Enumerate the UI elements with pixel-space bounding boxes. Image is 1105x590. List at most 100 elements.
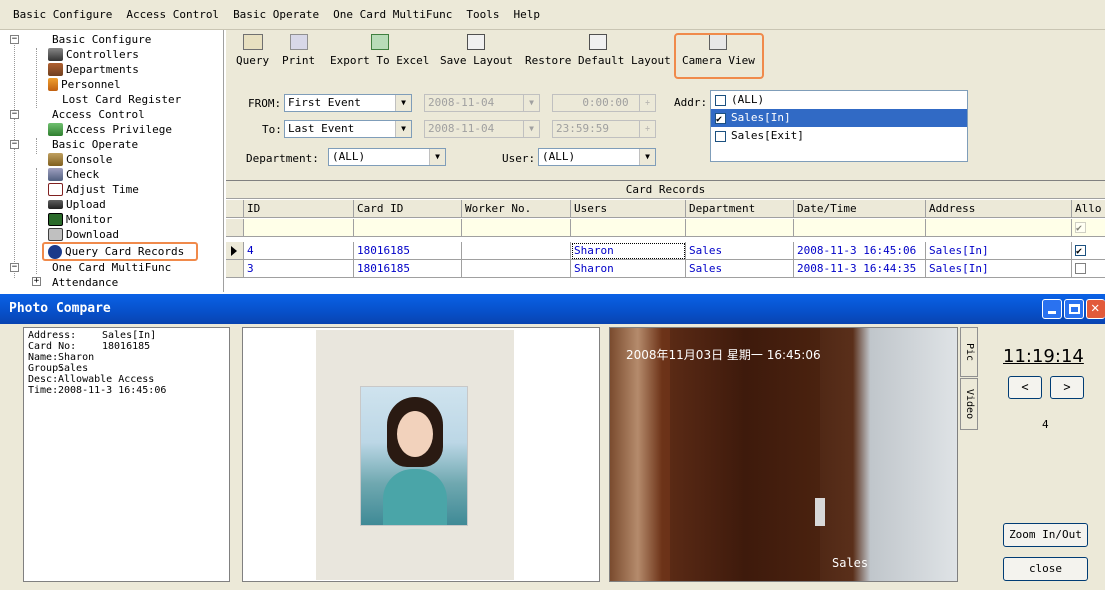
- user-label: User:: [502, 152, 536, 165]
- to-time: 23:59:59 ÷: [552, 120, 656, 138]
- tree-node-upload[interactable]: Upload: [48, 197, 106, 212]
- menu-tools[interactable]: Tools: [459, 5, 506, 25]
- tree-node-lost-card-register[interactable]: Lost Card Register: [62, 92, 181, 107]
- print-button[interactable]: Print: [282, 34, 315, 67]
- collapse-icon[interactable]: −: [10, 263, 19, 272]
- check-icon: [48, 168, 63, 181]
- excel-icon: [370, 34, 389, 50]
- maximize-icon[interactable]: [1064, 299, 1084, 319]
- menu-one-card-multifunc[interactable]: One Card MultiFunc: [326, 5, 459, 25]
- record-index: 4: [1042, 418, 1049, 431]
- column-header-address[interactable]: Address: [926, 200, 1072, 218]
- registered-photo-panel: [242, 327, 600, 582]
- address-item[interactable]: Sales[In]: [711, 109, 967, 129]
- tree-node-console[interactable]: Console: [48, 152, 112, 167]
- address-item[interactable]: Sales[Exit]: [711, 127, 967, 145]
- tree-node-attendance[interactable]: Attendance: [52, 275, 118, 290]
- camera-snapshot: 2008年11月03日 星期一 16:45:06 Sales: [609, 327, 958, 582]
- close-button[interactable]: close: [1003, 557, 1088, 581]
- user-select[interactable]: (ALL) ▼: [538, 148, 656, 166]
- filter-panel: FROM: First Event ▼ 2008-11-04 ▼ 0:00:00 ÷ …: [226, 80, 1105, 180]
- zoom-button[interactable]: Zoom In/Out: [1003, 523, 1088, 547]
- query-button[interactable]: Query: [236, 34, 269, 67]
- current-row-icon: [231, 246, 237, 256]
- next-button[interactable]: >: [1050, 376, 1084, 399]
- menu-help[interactable]: Help: [507, 5, 548, 25]
- departments-icon: [48, 63, 63, 76]
- tree-node-access-control[interactable]: Access Control: [52, 107, 145, 122]
- chevron-down-icon[interactable]: ▼: [429, 149, 445, 165]
- info-name: Name:Sharon: [28, 352, 95, 363]
- info-desc: Desc:Allowable Access: [28, 374, 155, 385]
- address-checkbox[interactable]: [715, 111, 726, 129]
- info-address: Address: Sales[In]: [28, 330, 157, 341]
- navigation-tree: − Basic Configure Controllers Department…: [0, 30, 224, 292]
- tree-node-personnel[interactable]: Personnel: [48, 77, 121, 92]
- tree-node-adjust-time[interactable]: Adjust Time: [48, 182, 139, 197]
- column-header-id[interactable]: ID: [244, 200, 354, 218]
- registered-photo: [360, 386, 468, 526]
- address-checkbox[interactable]: [715, 130, 726, 142]
- address-list[interactable]: (ALL) Sales[In] Sales[Exit]: [710, 90, 968, 162]
- export-to-excel-button[interactable]: Export To Excel: [330, 34, 429, 67]
- collapse-icon[interactable]: −: [10, 110, 19, 119]
- from-label: FROM:: [248, 97, 282, 110]
- grid-caption: Card Records: [226, 181, 1105, 199]
- allowed-checkbox[interactable]: [1075, 263, 1086, 274]
- save-layout-button[interactable]: Save Layout: [440, 34, 513, 67]
- highlight-box: [42, 242, 198, 261]
- tree-node-check[interactable]: Check: [48, 167, 99, 182]
- previous-button[interactable]: <: [1008, 376, 1042, 399]
- tree-node-basic-configure[interactable]: Basic Configure: [52, 32, 151, 47]
- chevron-down-icon[interactable]: ▼: [395, 121, 411, 137]
- allowed-checkbox[interactable]: [1075, 243, 1086, 259]
- table-row[interactable]: 3 18016185 Sharon Sales 2008-11-3 16:44:…: [226, 260, 1105, 278]
- tab-video[interactable]: Video: [960, 378, 978, 430]
- chevron-down-icon: ▼: [523, 95, 539, 111]
- column-header-worker-no[interactable]: Worker No.: [462, 200, 571, 218]
- card-records-grid: Card Records ID Card ID Worker No. Users…: [226, 180, 1105, 292]
- tree-node-one-card-multifunc[interactable]: One Card MultiFunc: [52, 260, 171, 275]
- from-select[interactable]: First Event ▼: [284, 94, 412, 112]
- collapse-icon[interactable]: −: [10, 140, 19, 149]
- tree-node-departments[interactable]: Departments: [48, 62, 139, 77]
- column-header-department[interactable]: Department: [686, 200, 794, 218]
- upload-icon: [48, 200, 63, 209]
- filter-checkbox[interactable]: [1075, 220, 1086, 236]
- to-date: 2008-11-04 ▼: [424, 120, 540, 138]
- tree-node-monitor[interactable]: Monitor: [48, 212, 112, 227]
- menu-access-control[interactable]: Access Control: [119, 5, 226, 25]
- tree-node-basic-operate[interactable]: Basic Operate: [52, 137, 138, 152]
- adjust-time-icon: [48, 183, 63, 196]
- row-indicator: [226, 242, 244, 260]
- address-checkbox[interactable]: [715, 94, 726, 106]
- menu-basic-operate[interactable]: Basic Operate: [226, 5, 326, 25]
- tree-node-access-privilege[interactable]: Access Privilege: [48, 122, 172, 137]
- tree-node-controllers[interactable]: Controllers: [48, 47, 139, 62]
- column-header-datetime[interactable]: Date/Time: [794, 200, 926, 218]
- console-icon: [48, 153, 63, 166]
- privilege-icon: [48, 123, 63, 136]
- minimize-icon[interactable]: [1042, 299, 1062, 319]
- chevron-down-icon[interactable]: ▼: [639, 149, 655, 165]
- collapse-icon[interactable]: −: [10, 35, 19, 44]
- column-header-allowed[interactable]: Allo: [1072, 200, 1105, 218]
- department-select[interactable]: (ALL) ▼: [328, 148, 446, 166]
- photo-compare-window: Photo Compare ✕ Address: Sales[In] Card N…: [0, 294, 1105, 590]
- close-icon[interactable]: ✕: [1086, 299, 1105, 319]
- tab-pic[interactable]: Pic: [960, 327, 978, 377]
- restore-default-layout-button[interactable]: Restore Default Layout: [525, 34, 671, 67]
- column-header-card-id[interactable]: Card ID: [354, 200, 462, 218]
- chevron-down-icon[interactable]: ▼: [395, 95, 411, 111]
- menu-basic-configure[interactable]: Basic Configure: [6, 5, 119, 25]
- to-select[interactable]: Last Event ▼: [284, 120, 412, 138]
- expand-icon[interactable]: +: [32, 277, 41, 286]
- window-title-bar: Photo Compare: [0, 294, 1105, 324]
- camera-label: Sales: [832, 556, 869, 570]
- column-header-users[interactable]: Users: [571, 200, 686, 218]
- filter-row: [226, 219, 1105, 237]
- tree-node-download[interactable]: Download: [48, 227, 119, 242]
- table-row[interactable]: 4 18016185 Sharon Sales 2008-11-3 16:45:…: [226, 242, 1105, 260]
- address-item[interactable]: (ALL): [711, 91, 967, 109]
- info-time: Time:2008-11-3 16:45:06: [28, 385, 167, 396]
